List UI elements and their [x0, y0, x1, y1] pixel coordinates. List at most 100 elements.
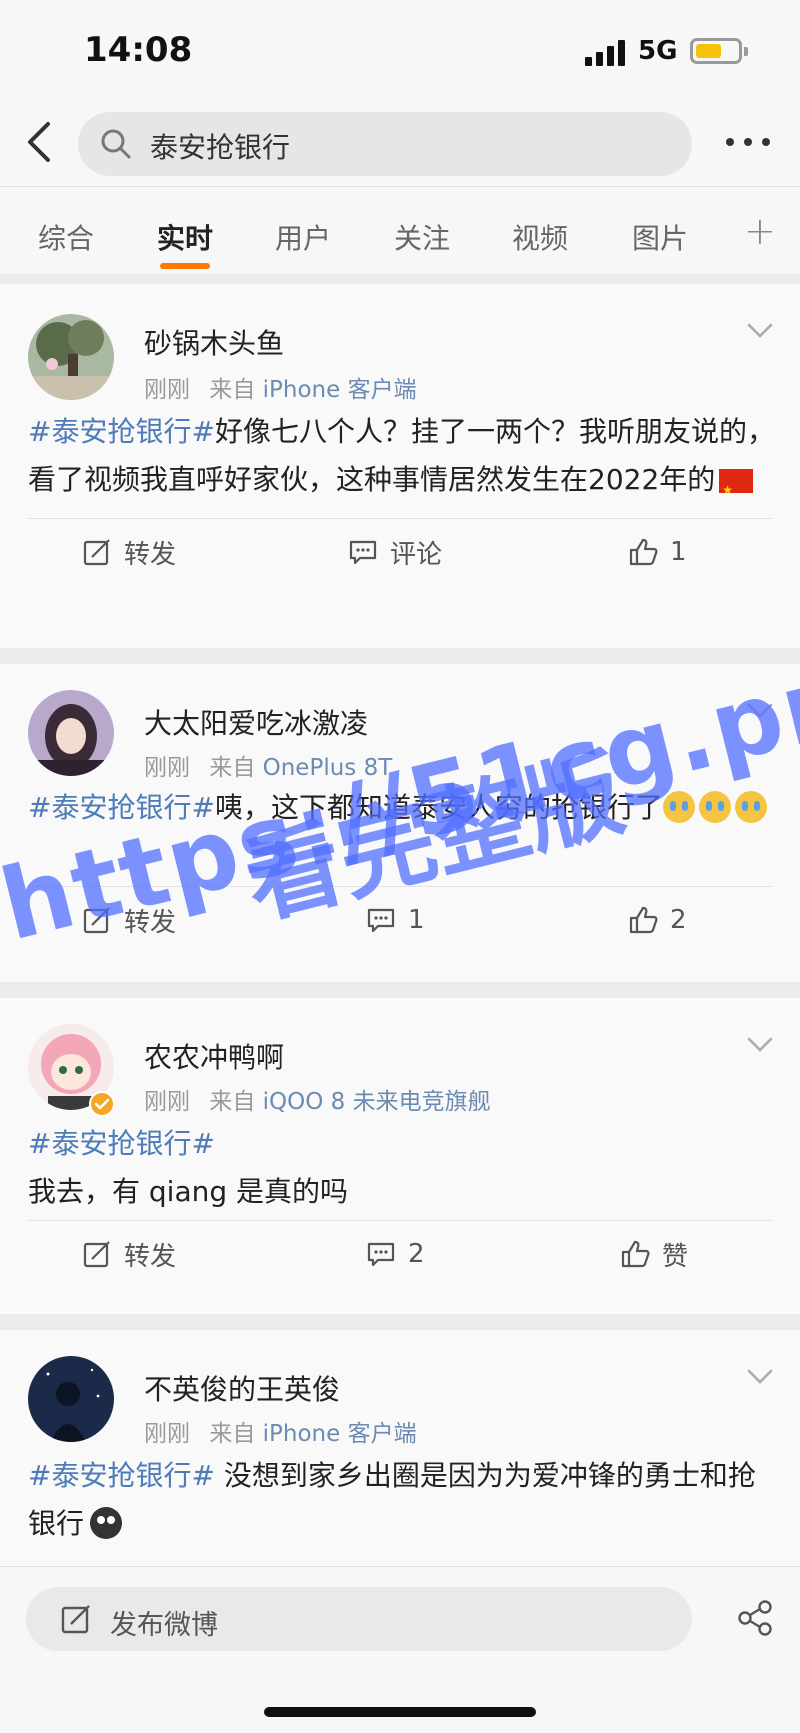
add-tab-icon[interactable]: + — [744, 209, 776, 253]
post-time: 刚刚 — [144, 1089, 190, 1115]
post-from: 来自 — [209, 755, 256, 781]
repost-button[interactable]: 转发 — [82, 534, 176, 570]
hashtag-link[interactable]: #泰安抢银行# — [28, 1120, 778, 1168]
post-content: 咦，这下都知道泰安人穷的抢银行了 — [214, 791, 663, 824]
comment-button[interactable]: 2 — [366, 1236, 425, 1272]
post-content: 我去，有 qiang 是真的吗 — [28, 1175, 349, 1208]
avatar[interactable] — [28, 314, 114, 400]
tab-following[interactable]: 关注 — [394, 217, 450, 257]
comment-icon — [367, 1242, 395, 1267]
crying-emoji — [698, 791, 731, 823]
username[interactable]: 砂锅木头鱼 — [144, 322, 284, 362]
tab-comprehensive[interactable]: 综合 — [38, 217, 94, 257]
comment-button[interactable]: 评论 — [348, 534, 442, 570]
repost-button[interactable]: 转发 — [82, 902, 176, 938]
post-card[interactable]: 大太阳爱吃冰激凌 刚刚 来自 OnePlus 8T #泰安抢银行#咦，这下都知道… — [0, 664, 800, 982]
chevron-down-icon[interactable] — [746, 702, 774, 720]
post-meta: 刚刚 来自 OnePlus 8T — [144, 748, 392, 782]
chevron-down-icon[interactable] — [746, 322, 774, 340]
comment-count: 1 — [408, 905, 425, 935]
bottom-bar: 发布微博 — [0, 1566, 800, 1733]
status-bar: 14:08 5G — [0, 0, 800, 100]
active-tab-indicator — [160, 263, 210, 269]
edit-icon — [61, 1605, 90, 1634]
comment-icon — [367, 908, 395, 933]
post-meta: 刚刚 来自 iQOO 8 未来电竞旗舰 — [144, 1082, 491, 1116]
tab-images[interactable]: 图片 — [632, 217, 688, 257]
filter-tabs: 综合 实时 用户 关注 视频 图片 + — [0, 186, 800, 274]
post-source: iPhone 客户端 — [262, 1421, 417, 1447]
repost-label: 转发 — [124, 539, 177, 570]
like-button[interactable]: 2 — [628, 902, 687, 938]
signal-icon — [585, 40, 627, 66]
post-time: 刚刚 — [144, 755, 190, 781]
compose-label: 发布微博 — [110, 1610, 218, 1641]
thumbs-up-icon — [621, 1240, 650, 1268]
search-icon — [101, 129, 131, 159]
network-type: 5G — [638, 36, 678, 66]
post-meta: 刚刚 来自 iPhone 客户端 — [144, 370, 417, 404]
repost-label: 转发 — [124, 1241, 177, 1272]
post-source: iPhone 客户端 — [262, 377, 417, 403]
post-from: 来自 — [209, 1421, 256, 1447]
comment-label: 评论 — [390, 539, 443, 570]
share-icon[interactable] — [736, 1599, 774, 1637]
username[interactable]: 农农冲鸭啊 — [144, 1036, 284, 1076]
post-text: #泰安抢银行# 我去，有 qiang 是真的吗 — [28, 1120, 778, 1216]
hashtag-link[interactable]: #泰安抢银行# — [28, 415, 215, 448]
username[interactable]: 大太阳爱吃冰激凌 — [144, 702, 368, 742]
post-time: 刚刚 — [144, 1421, 190, 1447]
post-actions: 转发 1 2 — [0, 886, 800, 956]
status-time: 14:08 — [84, 30, 193, 70]
post-card[interactable]: 不英俊的王英俊 刚刚 来自 iPhone 客户端 #泰安抢银行# 没想到家乡出圈… — [0, 1330, 800, 1570]
more-options-icon[interactable] — [724, 132, 772, 152]
post-from: 来自 — [209, 1089, 256, 1115]
search-header: 泰安抢银行 — [0, 100, 800, 186]
compose-button[interactable]: 发布微博 — [26, 1587, 692, 1651]
crying-emoji — [734, 791, 767, 823]
thumbs-up-icon — [629, 906, 658, 934]
hashtag-link[interactable]: #泰安抢银行# — [28, 1459, 215, 1492]
like-label: 赞 — [662, 1241, 689, 1272]
repost-button[interactable]: 转发 — [82, 1236, 176, 1272]
repost-icon — [83, 907, 110, 934]
repost-icon — [83, 539, 110, 566]
tab-realtime[interactable]: 实时 — [157, 217, 213, 257]
post-from: 来自 — [209, 377, 256, 403]
comment-button[interactable]: 1 — [366, 902, 425, 938]
post-text: #泰安抢银行#咦，这下都知道泰安人穷的抢银行了 — [28, 784, 778, 832]
search-input[interactable]: 泰安抢银行 — [78, 112, 692, 176]
post-card[interactable]: 砂锅木头鱼 刚刚 来自 iPhone 客户端 #泰安抢银行#好像七八个人？挂了一… — [0, 284, 800, 648]
thumbs-up-icon — [629, 538, 658, 566]
search-query: 泰安抢银行 — [150, 131, 291, 164]
back-arrow-icon[interactable] — [24, 120, 54, 164]
hashtag-link[interactable]: #泰安抢银行# — [28, 791, 215, 824]
username[interactable]: 不英俊的王英俊 — [144, 1368, 340, 1408]
comment-count: 2 — [408, 1239, 425, 1269]
like-count: 2 — [670, 905, 687, 935]
post-text: #泰安抢银行#好像七八个人？挂了一两个？我听朋友说的，看了视频我直呼好家伙，这种… — [28, 408, 778, 514]
avatar[interactable] — [28, 1356, 114, 1442]
repost-icon — [83, 1241, 110, 1268]
battery-icon — [690, 38, 748, 64]
post-source: iQOO 8 未来电竞旗舰 — [262, 1089, 491, 1115]
post-time: 刚刚 — [144, 377, 190, 403]
chevron-down-icon[interactable] — [746, 1036, 774, 1054]
china-flag-emoji — [719, 466, 754, 514]
verified-badge-icon — [89, 1091, 115, 1117]
tab-videos[interactable]: 视频 — [512, 217, 568, 257]
avatar[interactable] — [28, 690, 114, 776]
chevron-down-icon[interactable] — [746, 1368, 774, 1386]
post-source: OnePlus 8T — [262, 755, 393, 781]
like-button[interactable]: 赞 — [620, 1236, 688, 1272]
like-count: 1 — [670, 537, 687, 567]
repost-label: 转发 — [124, 907, 177, 938]
tab-users[interactable]: 用户 — [275, 217, 331, 257]
post-card[interactable]: 农农冲鸭啊 刚刚 来自 iQOO 8 未来电竞旗舰 #泰安抢银行# 我去，有 q… — [0, 998, 800, 1314]
shocked-emoji — [90, 1507, 123, 1539]
comment-icon — [349, 540, 377, 565]
like-button[interactable]: 1 — [628, 534, 687, 570]
post-text: #泰安抢银行# 没想到家乡出圈是因为为爱冲锋的勇士和抢银行 — [28, 1452, 778, 1548]
home-indicator — [264, 1707, 536, 1717]
post-actions: 转发 评论 1 — [0, 518, 800, 588]
